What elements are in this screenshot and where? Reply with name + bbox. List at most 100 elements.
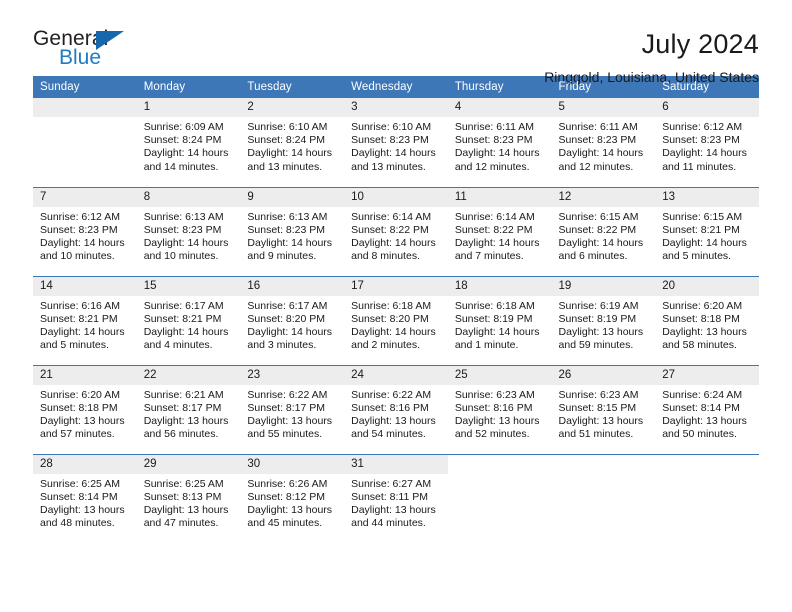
day-number: 10 bbox=[344, 187, 448, 207]
sunset-text: Sunset: 8:11 PM bbox=[351, 490, 428, 503]
sunrise-text: Sunrise: 6:12 AM bbox=[40, 210, 120, 223]
calendar-cell-empty bbox=[655, 453, 759, 543]
calendar-day-cell[interactable]: 19 Sunrise: 6:19 AM Sunset: 8:19 PM Dayligh… bbox=[551, 275, 656, 365]
general-blue-logo[interactable]: General Blue bbox=[33, 28, 138, 76]
sunrise-text: Sunrise: 6:11 AM bbox=[558, 121, 638, 133]
calendar-day-cell[interactable]: 31 Sunrise: 6:27 AM Sunset: 8:11 PM Dayligh… bbox=[344, 453, 448, 543]
weekday-header-wednesday: Wednesday bbox=[344, 76, 448, 98]
day-number: 8 bbox=[136, 187, 241, 207]
calendar-day-cell[interactable]: 9 Sunrise: 6:13 AM Sunset: 8:23 PM Daylight… bbox=[240, 186, 345, 276]
sunrise-text: Sunrise: 6:12 AM bbox=[662, 121, 743, 133]
sunrise-text: Sunrise: 6:22 AM bbox=[351, 388, 432, 401]
calendar-day-cell[interactable]: 4 Sunrise: 6:11 AM Sunset: 8:23 PM Daylight… bbox=[447, 98, 552, 187]
day-sun-info: Sunrise: 6:22 AM Sunset: 8:17 PM Daylight:… bbox=[240, 385, 344, 442]
day-number: 20 bbox=[655, 276, 759, 296]
sunset-text: Sunset: 8:21 PM bbox=[662, 223, 740, 236]
calendar-day-cell[interactable]: 20 Sunrise: 6:20 AM Sunset: 8:18 PM Dayligh… bbox=[655, 275, 759, 365]
sunrise-text: Sunrise: 6:17 AM bbox=[247, 299, 328, 312]
day-sun-info: Sunrise: 6:09 AM Sunset: 8:24 PM Daylight:… bbox=[137, 117, 241, 174]
sunrise-text: Sunrise: 6:23 AM bbox=[454, 388, 535, 401]
sunrise-text: Sunrise: 6:18 AM bbox=[454, 299, 535, 312]
calendar-day-cell[interactable]: 6 Sunrise: 6:12 AM Sunset: 8:23 PM Daylight… bbox=[655, 98, 759, 187]
daylight-text: Daylight: 13 hours and 52 minutes. bbox=[454, 414, 540, 441]
day-number: 12 bbox=[551, 187, 656, 207]
calendar-day-cell[interactable]: 29 Sunrise: 6:25 AM Sunset: 8:13 PM Dayligh… bbox=[136, 453, 241, 543]
sunset-text: Sunset: 8:21 PM bbox=[40, 312, 118, 325]
day-sun-info: Sunrise: 6:16 AM Sunset: 8:21 PM Daylight:… bbox=[33, 296, 137, 353]
calendar-day-cell[interactable]: 1 Sunrise: 6:09 AM Sunset: 8:24 PM Daylight… bbox=[136, 98, 241, 187]
logo-text-blue: Blue bbox=[59, 46, 102, 69]
sunset-text: Sunset: 8:24 PM bbox=[143, 134, 222, 147]
calendar-day-cell[interactable]: 18 Sunrise: 6:18 AM Sunset: 8:19 PM Dayligh… bbox=[447, 275, 552, 365]
calendar-day-cell[interactable]: 21 Sunrise: 6:20 AM Sunset: 8:18 PM Dayligh… bbox=[33, 364, 137, 454]
daylight-text: Daylight: 14 hours and 10 minutes. bbox=[143, 236, 229, 263]
calendar-week-row: 7 Sunrise: 6:12 AM Sunset: 8:23 PM Daylight… bbox=[33, 186, 759, 276]
daylight-text: Daylight: 14 hours and 8 minutes. bbox=[351, 236, 436, 263]
calendar-day-cell[interactable]: 25 Sunrise: 6:23 AM Sunset: 8:16 PM Dayligh… bbox=[447, 364, 552, 454]
calendar-day-cell[interactable]: 14 Sunrise: 6:16 AM Sunset: 8:21 PM Dayligh… bbox=[33, 275, 137, 365]
day-sun-info: Sunrise: 6:18 AM Sunset: 8:20 PM Daylight:… bbox=[344, 296, 448, 353]
sunset-text: Sunset: 8:16 PM bbox=[454, 401, 533, 414]
day-number: 4 bbox=[447, 98, 552, 117]
sunset-text: Sunset: 8:22 PM bbox=[454, 223, 533, 236]
calendar-day-cell[interactable]: 26 Sunrise: 6:23 AM Sunset: 8:15 PM Dayligh… bbox=[551, 364, 656, 454]
sunrise-text: Sunrise: 6:27 AM bbox=[351, 477, 432, 490]
sunrise-text: Sunrise: 6:23 AM bbox=[558, 388, 639, 401]
calendar-day-cell[interactable]: 3 Sunrise: 6:10 AM Sunset: 8:23 PM Daylight… bbox=[344, 98, 448, 187]
calendar-week-row: 14 Sunrise: 6:16 AM Sunset: 8:21 PM Dayligh… bbox=[33, 275, 759, 365]
daylight-text: Daylight: 13 hours and 48 minutes. bbox=[40, 503, 125, 530]
calendar-day-cell[interactable]: 10 Sunrise: 6:14 AM Sunset: 8:22 PM Dayligh… bbox=[344, 186, 448, 276]
day-sun-info: Sunrise: 6:15 AM Sunset: 8:21 PM Daylight:… bbox=[655, 207, 759, 264]
sunrise-text: Sunrise: 6:21 AM bbox=[143, 388, 224, 401]
day-sun-info: Sunrise: 6:18 AM Sunset: 8:19 PM Daylight:… bbox=[448, 296, 552, 353]
sunset-text: Sunset: 8:13 PM bbox=[143, 490, 222, 503]
day-sun-info: Sunrise: 6:14 AM Sunset: 8:22 PM Daylight:… bbox=[448, 207, 552, 264]
sunset-text: Sunset: 8:16 PM bbox=[351, 401, 429, 414]
calendar-day-cell[interactable]: 17 Sunrise: 6:18 AM Sunset: 8:20 PM Dayligh… bbox=[344, 275, 448, 365]
day-sun-info: Sunrise: 6:11 AM Sunset: 8:23 PM Daylight:… bbox=[448, 117, 552, 174]
sunrise-text: Sunrise: 6:22 AM bbox=[247, 388, 328, 401]
calendar-day-cell[interactable]: 11 Sunrise: 6:14 AM Sunset: 8:22 PM Dayligh… bbox=[447, 186, 552, 276]
calendar-day-cell[interactable]: 7 Sunrise: 6:12 AM Sunset: 8:23 PM Daylight… bbox=[33, 186, 137, 276]
sunrise-text: Sunrise: 6:24 AM bbox=[662, 388, 743, 401]
sunset-text: Sunset: 8:19 PM bbox=[454, 312, 533, 325]
calendar-day-cell[interactable]: 24 Sunrise: 6:22 AM Sunset: 8:16 PM Dayligh… bbox=[344, 364, 448, 454]
calendar-day-cell[interactable]: 13 Sunrise: 6:15 AM Sunset: 8:21 PM Dayligh… bbox=[655, 186, 759, 276]
calendar-day-cell[interactable]: 15 Sunrise: 6:17 AM Sunset: 8:21 PM Dayligh… bbox=[136, 275, 241, 365]
sunset-text: Sunset: 8:18 PM bbox=[662, 312, 740, 325]
calendar-day-cell[interactable]: 23 Sunrise: 6:22 AM Sunset: 8:17 PM Dayligh… bbox=[240, 364, 345, 454]
calendar-day-cell[interactable]: 5 Sunrise: 6:11 AM Sunset: 8:23 PM Daylight… bbox=[551, 98, 656, 187]
daylight-text: Daylight: 14 hours and 10 minutes. bbox=[40, 236, 125, 263]
sunset-text: Sunset: 8:14 PM bbox=[40, 490, 118, 503]
calendar-day-cell[interactable]: 30 Sunrise: 6:26 AM Sunset: 8:12 PM Dayligh… bbox=[240, 453, 345, 543]
sunset-text: Sunset: 8:18 PM bbox=[40, 401, 118, 414]
day-sun-info: Sunrise: 6:25 AM Sunset: 8:13 PM Daylight:… bbox=[137, 474, 241, 531]
weekday-header-thursday: Thursday bbox=[447, 76, 552, 98]
daylight-text: Daylight: 14 hours and 14 minutes. bbox=[143, 147, 229, 173]
day-number: 7 bbox=[33, 187, 137, 207]
calendar-day-cell[interactable]: 22 Sunrise: 6:21 AM Sunset: 8:17 PM Dayligh… bbox=[136, 364, 241, 454]
sunrise-text: Sunrise: 6:15 AM bbox=[558, 210, 639, 223]
calendar-day-cell[interactable]: 16 Sunrise: 6:17 AM Sunset: 8:20 PM Dayligh… bbox=[240, 275, 345, 365]
sunset-text: Sunset: 8:21 PM bbox=[143, 312, 222, 325]
calendar-day-cell[interactable]: 28 Sunrise: 6:25 AM Sunset: 8:14 PM Dayligh… bbox=[33, 453, 137, 543]
calendar-day-cell[interactable]: 2 Sunrise: 6:10 AM Sunset: 8:24 PM Daylight… bbox=[240, 98, 345, 187]
day-number: 6 bbox=[655, 98, 759, 117]
day-sun-info: Sunrise: 6:20 AM Sunset: 8:18 PM Daylight:… bbox=[655, 296, 759, 353]
sunrise-text: Sunrise: 6:25 AM bbox=[143, 477, 224, 490]
calendar-container: Sunday Monday Tuesday Wednesday Thursday… bbox=[33, 76, 759, 543]
calendar-day-cell[interactable]: 8 Sunrise: 6:13 AM Sunset: 8:23 PM Daylight… bbox=[136, 186, 241, 276]
day-number: 17 bbox=[344, 276, 448, 296]
sunrise-text: Sunrise: 6:09 AM bbox=[143, 121, 224, 133]
calendar-day-cell[interactable]: 12 Sunrise: 6:15 AM Sunset: 8:22 PM Dayligh… bbox=[551, 186, 656, 276]
sunrise-text: Sunrise: 6:20 AM bbox=[40, 388, 120, 401]
sunset-text: Sunset: 8:24 PM bbox=[247, 134, 326, 147]
calendar-week-row: 1 Sunrise: 6:09 AM Sunset: 8:24 PM Daylight… bbox=[33, 98, 759, 187]
daylight-text: Daylight: 13 hours and 50 minutes. bbox=[662, 414, 747, 441]
calendar-day-cell[interactable]: 27 Sunrise: 6:24 AM Sunset: 8:14 PM Dayligh… bbox=[655, 364, 759, 454]
day-sun-info: Sunrise: 6:17 AM Sunset: 8:20 PM Daylight:… bbox=[240, 296, 344, 353]
sunset-text: Sunset: 8:14 PM bbox=[662, 401, 740, 414]
daylight-text: Daylight: 13 hours and 55 minutes. bbox=[247, 414, 333, 441]
sunset-text: Sunset: 8:23 PM bbox=[454, 134, 533, 147]
day-number: 1 bbox=[136, 98, 241, 117]
